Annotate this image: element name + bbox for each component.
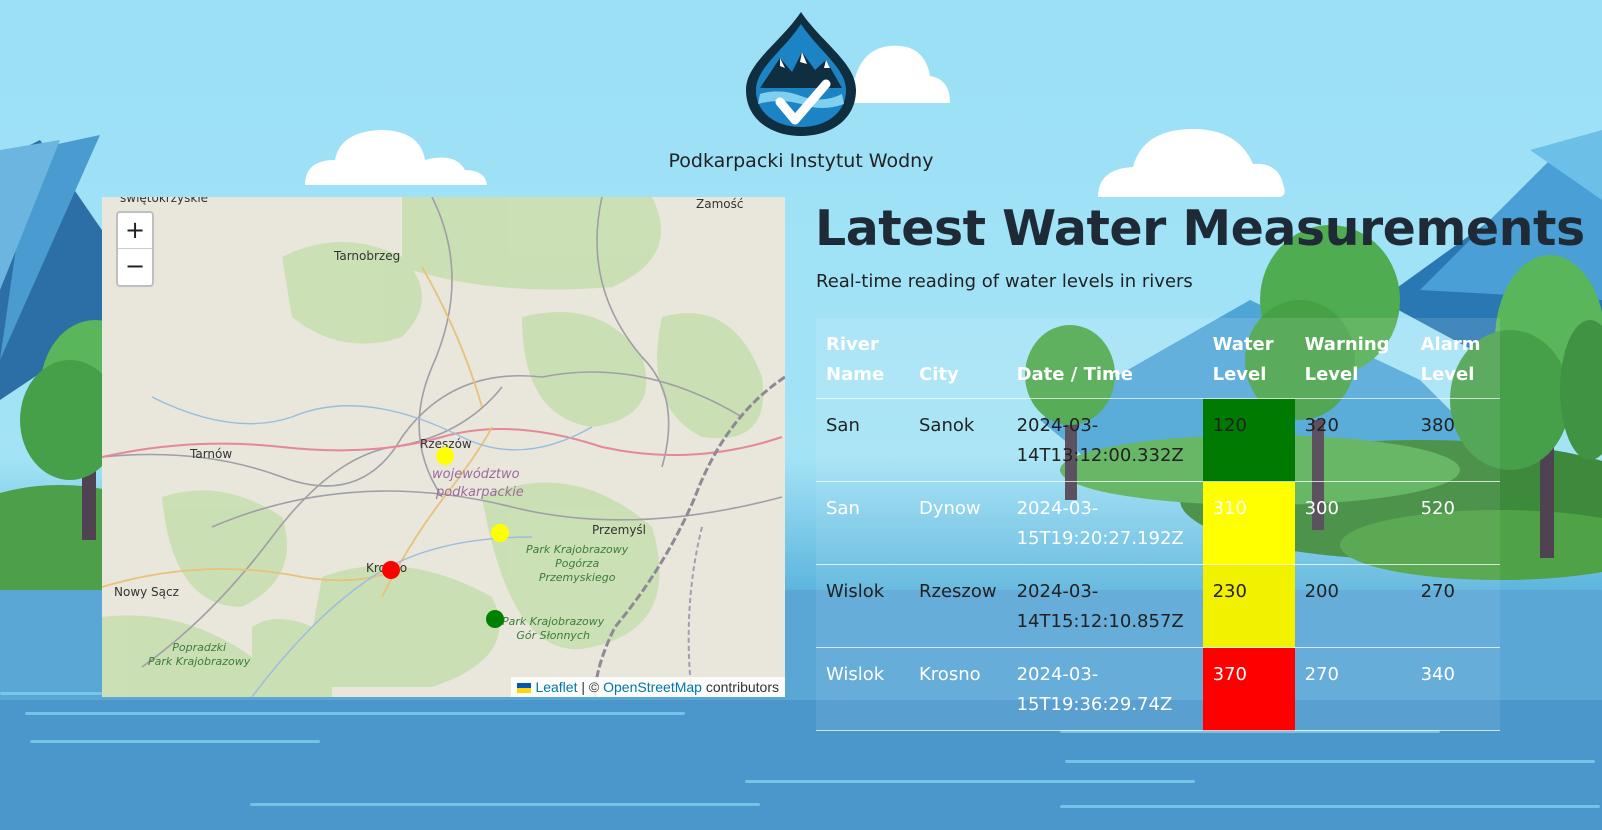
map-label-popradzki: Popradzki Park Krajobrazowy bbox=[148, 641, 251, 668]
cell-warning-level: 300 bbox=[1294, 481, 1411, 565]
attribution-suffix: contributors bbox=[705, 679, 779, 695]
map-label-park-pogorza: Park Krajobrazowy Pogórza Przemyskiego bbox=[526, 543, 629, 584]
measurements-table: River Name City Date / Time Water Level Wa… bbox=[816, 318, 1500, 731]
map-label-podkarpackie: podkarpackie bbox=[436, 485, 524, 500]
cell-datetime: 2024-03- 15T19:20:27.192Z bbox=[1006, 481, 1203, 565]
zoom-out-button[interactable]: − bbox=[118, 249, 152, 285]
map-marker-sanok[interactable] bbox=[486, 610, 504, 628]
cell-water-level: 230 bbox=[1202, 564, 1295, 648]
cell-city: Rzeszow bbox=[909, 564, 1007, 648]
table-row: Wislok Rzeszow 2024-03- 14T15:12:10.857Z … bbox=[816, 564, 1500, 648]
cell-warning-level: 270 bbox=[1294, 647, 1411, 731]
cell-alarm-level: 270 bbox=[1410, 564, 1500, 648]
cell-river: San bbox=[816, 398, 909, 482]
map-marker-rzeszow[interactable] bbox=[436, 447, 454, 465]
cell-datetime: 2024-03- 14T15:12:10.857Z bbox=[1006, 564, 1203, 648]
map-label-swietokrzyskie: świętokrzyskie bbox=[120, 197, 209, 205]
table-row: Wislok Krosno 2024-03- 15T19:36:29.74Z 37… bbox=[816, 647, 1500, 731]
cell-warning-level: 200 bbox=[1294, 564, 1411, 648]
cell-alarm-level: 520 bbox=[1410, 481, 1500, 565]
map-label-park-gor-slonnych: Park Krajobrazowy Gór Słonnych bbox=[502, 615, 605, 642]
leaflet-link[interactable]: Leaflet bbox=[535, 679, 577, 695]
header-river-name: River Name bbox=[816, 318, 909, 399]
logo-icon bbox=[746, 12, 856, 136]
map-label-przemysl: Przemyśl bbox=[592, 523, 647, 537]
page-subtitle: Real-time reading of water levels in riv… bbox=[816, 271, 1193, 292]
header-warning-level: Warning Level bbox=[1294, 318, 1411, 399]
zoom-in-button[interactable]: + bbox=[118, 213, 152, 249]
ukraine-flag-icon bbox=[517, 683, 532, 693]
map-label-nowy-sacz: Nowy Sącz bbox=[114, 585, 179, 599]
page-title: Latest Water Measurements bbox=[815, 200, 1585, 257]
map-attribution: Leaflet | © OpenStreetMap contributors bbox=[511, 677, 785, 697]
header-city: City bbox=[909, 318, 1007, 399]
cell-river: San bbox=[816, 481, 909, 565]
attribution-separator: | © bbox=[581, 679, 600, 695]
cell-water-level: 120 bbox=[1202, 398, 1295, 482]
table-header-row: River Name City Date / Time Water Level Wa… bbox=[816, 318, 1500, 399]
map-label-tarnobrzeg: Tarnobrzeg bbox=[334, 249, 401, 263]
cell-city: Dynow bbox=[909, 481, 1007, 565]
cell-alarm-level: 380 bbox=[1410, 398, 1500, 482]
map-label-wojewodztwo: województwo bbox=[432, 467, 520, 482]
map-label-zamosc: Zamość bbox=[696, 197, 744, 211]
header-water-level: Water Level bbox=[1202, 318, 1295, 399]
table-row: San Dynow 2024-03- 15T19:20:27.192Z 310 3… bbox=[816, 481, 1500, 565]
zoom-control: + − bbox=[116, 211, 154, 287]
cell-alarm-level: 340 bbox=[1410, 647, 1500, 731]
cell-water-level: 310 bbox=[1202, 481, 1295, 565]
openstreetmap-link[interactable]: OpenStreetMap bbox=[603, 679, 702, 695]
header-alarm-level: Alarm Level bbox=[1410, 318, 1500, 399]
cell-river: Wislok bbox=[816, 647, 909, 731]
cell-datetime: 2024-03- 15T19:36:29.74Z bbox=[1006, 647, 1203, 731]
cell-river: Wislok bbox=[816, 564, 909, 648]
cell-datetime: 2024-03- 14T13:12:00.332Z bbox=[1006, 398, 1203, 482]
map-label-tarnow: Tarnów bbox=[190, 447, 233, 461]
map-marker-krosno[interactable] bbox=[382, 561, 400, 579]
cell-warning-level: 320 bbox=[1294, 398, 1411, 482]
cell-city: Sanok bbox=[909, 398, 1007, 482]
cell-water-level: 370 bbox=[1202, 647, 1295, 731]
header-date-time: Date / Time bbox=[1006, 318, 1203, 399]
table-row: San Sanok 2024-03- 14T13:12:00.332Z 120 3… bbox=[816, 398, 1500, 482]
map-marker-dynow[interactable] bbox=[491, 524, 509, 542]
map-widget[interactable]: świętokrzyskie Zamość Tarnobrzeg Tarnów … bbox=[102, 197, 785, 697]
cell-city: Krosno bbox=[909, 647, 1007, 731]
org-name: Podkarpacki Instytut Wodny bbox=[668, 150, 934, 172]
